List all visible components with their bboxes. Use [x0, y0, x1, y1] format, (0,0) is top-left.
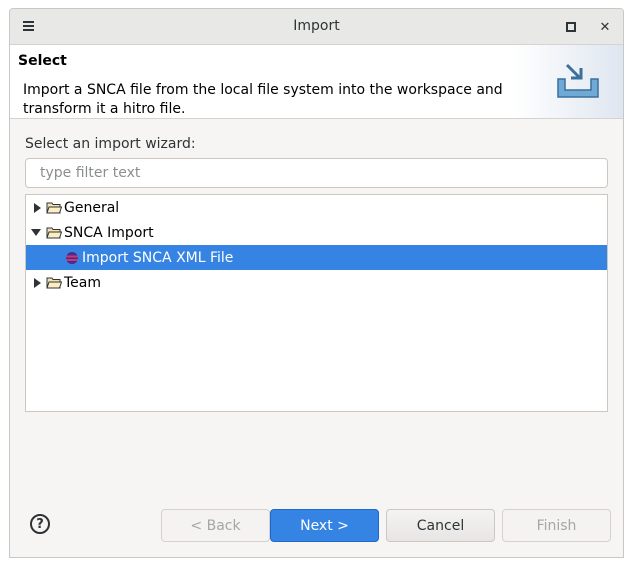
folder-icon: [46, 202, 62, 214]
finish-button[interactable]: Finish: [502, 509, 611, 542]
banner-title: Select: [18, 53, 67, 69]
window-title: Import: [293, 18, 340, 34]
tree-item-label: SNCA Import: [64, 224, 154, 241]
tree-item-label: General: [64, 199, 120, 216]
help-button[interactable]: ?: [30, 514, 50, 534]
wizard-banner: Select Import a SNCA file from the local…: [10, 45, 623, 119]
wizard-prompt-label: Select an import wizard:: [25, 136, 196, 152]
filter-input[interactable]: [25, 158, 608, 188]
tree-item-general[interactable]: General: [26, 195, 607, 220]
tree-item-label: Import SNCA XML File: [82, 249, 234, 266]
next-button[interactable]: Next >: [270, 509, 379, 542]
folder-open-icon: [46, 227, 62, 239]
import-dialog: Import ✕ Select Import a SNCA file from …: [9, 8, 624, 558]
close-button[interactable]: ✕: [597, 19, 613, 35]
maximize-button[interactable]: [563, 19, 579, 35]
import-wizard-icon: [557, 63, 599, 98]
tree-item-team[interactable]: Team: [26, 270, 607, 295]
wizard-tree[interactable]: General SNCA Import Import SNCA XML File…: [25, 194, 608, 412]
expand-arrow-icon[interactable]: [32, 202, 42, 214]
folder-icon: [46, 277, 62, 289]
tree-item-snca-import[interactable]: SNCA Import: [26, 220, 607, 245]
banner-description: Import a SNCA file from the local file s…: [23, 82, 503, 117]
titlebar: Import ✕: [10, 9, 623, 45]
close-icon: ✕: [599, 19, 611, 35]
maximize-icon: [566, 22, 576, 32]
expand-arrow-icon[interactable]: [32, 277, 42, 289]
xml-file-icon: [66, 251, 78, 264]
tree-item-import-snca-xml-file[interactable]: Import SNCA XML File: [26, 245, 607, 270]
collapse-arrow-icon[interactable]: [31, 227, 41, 239]
help-icon: ?: [36, 516, 44, 532]
tree-item-label: Team: [64, 274, 102, 291]
back-button[interactable]: < Back: [161, 509, 270, 542]
cancel-button[interactable]: Cancel: [386, 509, 495, 542]
